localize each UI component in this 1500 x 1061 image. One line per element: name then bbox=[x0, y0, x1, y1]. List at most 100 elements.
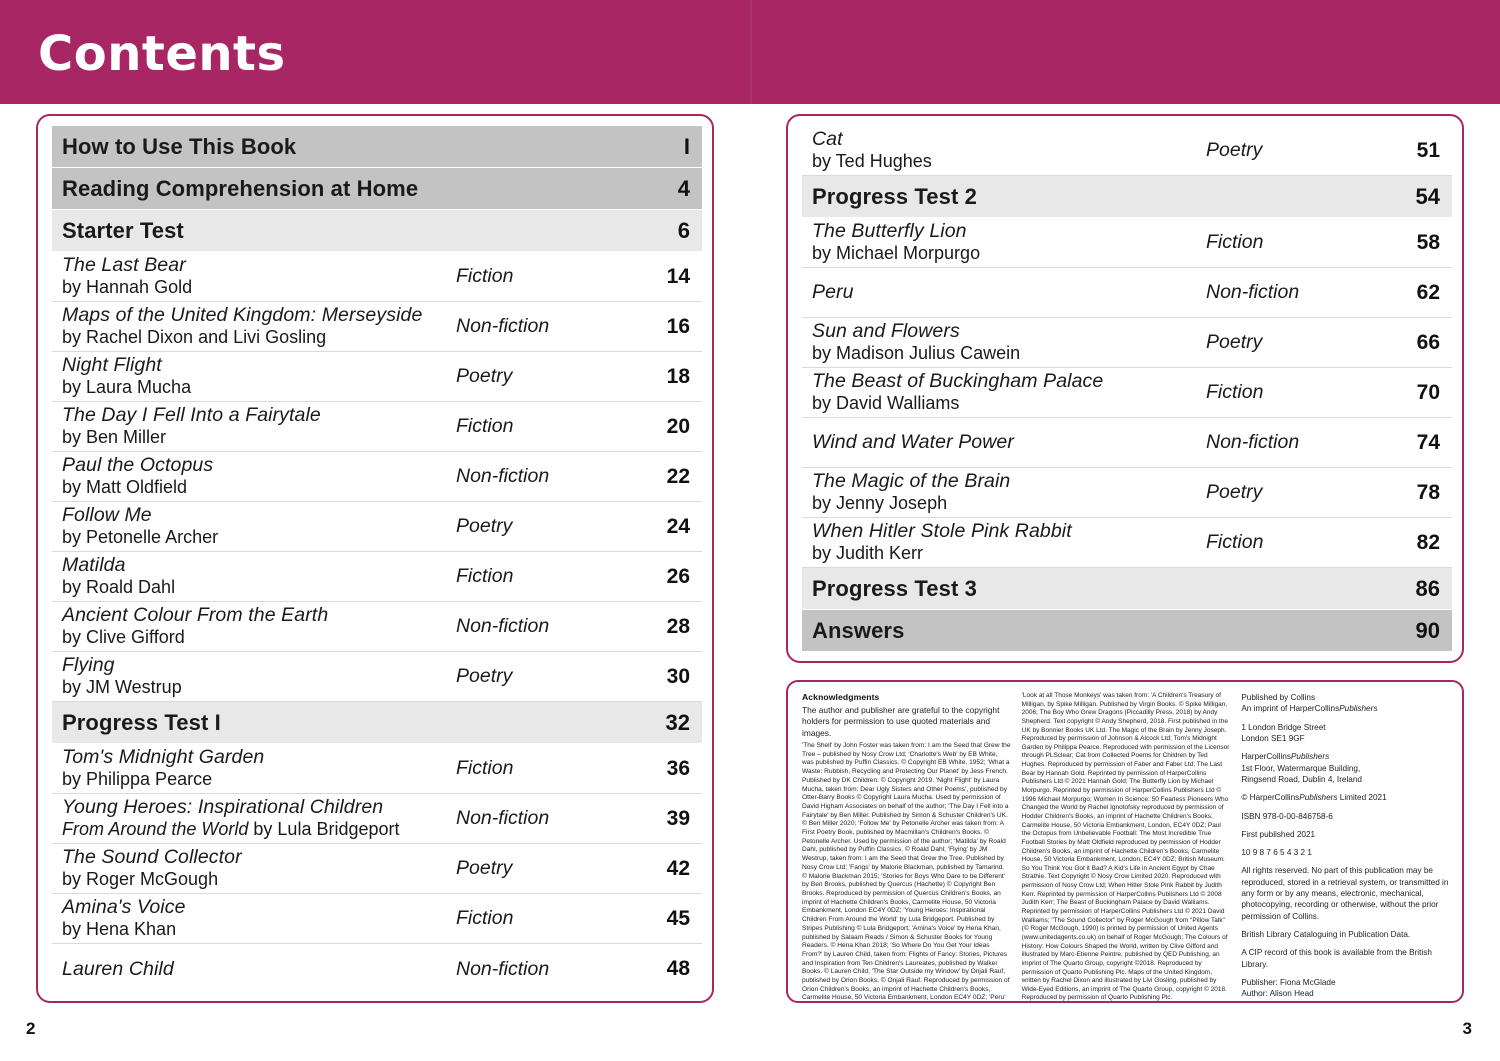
toc-entry-row[interactable]: Wind and Water Power Non-fiction 74 bbox=[802, 418, 1452, 468]
toc-entry-title: Lauren Child bbox=[62, 958, 456, 981]
toc-section-header-row[interactable]: Reading Comprehension at Home 4 bbox=[52, 168, 702, 210]
toc-entry-page-number: I bbox=[683, 133, 690, 159]
left-toc-box: How to Use This Book I Reading Comprehensi… bbox=[36, 114, 714, 1003]
toc-section-header-row[interactable]: Progress Test I 32 bbox=[52, 702, 702, 744]
toc-entry-row[interactable]: Follow Me by Petonelle Archer Poetry 24 bbox=[52, 502, 702, 552]
production-credit-line: Author: Alison Head bbox=[1241, 989, 1314, 999]
toc-section-header-row[interactable]: How to Use This Book I bbox=[52, 126, 702, 168]
toc-entry-row[interactable]: The Beast of Buckingham Palace by David W… bbox=[802, 368, 1452, 418]
toc-title-text: Tom's Midnight Garden bbox=[62, 746, 265, 769]
left-page: How to Use This Book I Reading Comprehensi… bbox=[0, 0, 750, 1061]
toc-title-text: Lauren Child bbox=[62, 957, 174, 980]
toc-entry-row[interactable]: When Hitler Stole Pink Rabbit by Judith K… bbox=[802, 518, 1452, 568]
toc-entry-title: Maps of the United Kingdom: Merseyside by… bbox=[62, 304, 456, 349]
acknowledgments-box: Acknowledgments The author and publisher… bbox=[786, 680, 1464, 1003]
toc-entry-title: Night Flight by Laura Mucha bbox=[62, 354, 456, 399]
toc-entry-category: Fiction bbox=[456, 907, 514, 929]
toc-section-header-row[interactable]: Answers 90 bbox=[802, 610, 1452, 652]
toc-title-text: Amina's Voice bbox=[62, 896, 186, 919]
cip-record-line: A CIP record of this book is available f… bbox=[1241, 948, 1432, 969]
toc-title-text: Sun and Flowers bbox=[812, 320, 960, 343]
toc-entry-row[interactable]: Lauren Child Non-fiction 48 bbox=[52, 944, 702, 994]
toc-entry-row[interactable]: Sun and Flowers by Madison Julius Cawein P… bbox=[802, 318, 1452, 368]
toc-entry-row[interactable]: The Butterfly Lion by Michael Morpurgo Fic… bbox=[802, 218, 1452, 268]
toc-entry-row[interactable]: Ancient Colour From the Earth by Clive Gi… bbox=[52, 602, 702, 652]
toc-entry-page-number: 4 bbox=[677, 175, 690, 201]
toc-entry-category: Fiction bbox=[1206, 381, 1264, 403]
toc-entry-row[interactable]: The Day I Fell Into a Fairytale by Ben Mi… bbox=[52, 402, 702, 452]
toc-entry-category: Non-fiction bbox=[456, 807, 550, 829]
toc-entry-row[interactable]: Flying by JM Westrup Poetry 30 bbox=[52, 652, 702, 702]
toc-entry-title: Paul the Octopus by Matt Oldfield bbox=[62, 454, 456, 499]
toc-entry-category: Poetry bbox=[1206, 481, 1263, 503]
toc-author-text: by JM Westrup bbox=[62, 677, 182, 698]
toc-entry-row[interactable]: Young Heroes: Inspirational Children From… bbox=[52, 794, 702, 844]
toc-author-text: by Hannah Gold bbox=[62, 277, 193, 298]
uk-address-line-2: London SE1 9GF bbox=[1241, 733, 1305, 743]
toc-entry-category: Poetry bbox=[456, 857, 513, 879]
toc-title-text: Peru bbox=[812, 281, 854, 303]
print-run-line: 10 9 8 7 6 5 4 3 2 1 bbox=[1241, 848, 1312, 858]
folio-right: 3 bbox=[1462, 1019, 1472, 1038]
toc-author-text: by Jenny Joseph bbox=[812, 493, 948, 514]
toc-entry-title: The Magic of the Brain by Jenny Joseph bbox=[812, 470, 1206, 515]
toc-title-text: Wind and Water Power bbox=[812, 431, 1014, 453]
toc-author-text: by Roger McGough bbox=[62, 869, 219, 890]
right-toc-list: Cat by Ted Hughes Poetry 51 Progress Test 25… bbox=[802, 126, 1452, 652]
toc-entry-page-number: 74 bbox=[1416, 430, 1440, 454]
toc-title-text: The Last Bear bbox=[62, 254, 186, 277]
toc-section-header-row[interactable]: Progress Test 3 86 bbox=[802, 568, 1452, 610]
toc-entry-row[interactable]: Maps of the United Kingdom: Merseyside by… bbox=[52, 302, 702, 352]
toc-entry-title: Tom's Midnight Garden by Philippa Pearce bbox=[62, 746, 456, 791]
toc-entry-page-number: 66 bbox=[1416, 330, 1440, 354]
toc-entry-title: Wind and Water Power bbox=[812, 431, 1206, 454]
toc-entry-category: Poetry bbox=[1206, 331, 1263, 353]
copyright-publishers-word: Publishers bbox=[1299, 793, 1338, 803]
toc-entry-row[interactable]: Tom's Midnight Garden by Philippa Pearce F… bbox=[52, 744, 702, 794]
toc-entry-row[interactable]: The Magic of the Brain by Jenny Joseph Poe… bbox=[802, 468, 1452, 518]
toc-entry-row[interactable]: Night Flight by Laura Mucha Poetry 18 bbox=[52, 352, 702, 402]
toc-entry-row[interactable]: Paul the Octopus by Matt Oldfield Non-fict… bbox=[52, 452, 702, 502]
toc-title-text: Maps of the United Kingdom: Merseyside bbox=[62, 304, 423, 327]
toc-entry-row[interactable]: The Last Bear by Hannah Gold Fiction 14 bbox=[52, 252, 702, 302]
toc-author-text: by Matt Oldfield bbox=[62, 477, 188, 498]
toc-entry-page-number: 42 bbox=[666, 856, 690, 880]
toc-entry-title: Progress Test I bbox=[62, 709, 221, 735]
production-credit-line: Publisher: Fiona McGlade bbox=[1241, 977, 1336, 987]
toc-title-text: When Hitler Stole Pink Rabbit bbox=[812, 520, 1072, 543]
toc-section-header-row[interactable]: Starter Test 6 bbox=[52, 210, 702, 252]
toc-entry-title: Flying by JM Westrup bbox=[62, 654, 456, 699]
toc-entry-page-number: 48 bbox=[666, 957, 690, 980]
toc-entry-row[interactable]: Matilda by Roald Dahl Fiction 26 bbox=[52, 552, 702, 602]
ireland-address-line-1: 1st Floor, Watermarque Building, bbox=[1241, 763, 1361, 773]
toc-entry-row[interactable]: Peru Non-fiction 62 bbox=[802, 268, 1452, 318]
toc-entry-category: Non-fiction bbox=[1206, 281, 1300, 303]
toc-entry-row[interactable]: The Sound Collector by Roger McGough Poetr… bbox=[52, 844, 702, 894]
toc-title-text: The Butterfly Lion bbox=[812, 220, 967, 243]
toc-entry-title: The Last Bear by Hannah Gold bbox=[62, 254, 456, 299]
acknowledgments-credits-part-2: 'Look at all Those Monkeys' was taken fr… bbox=[1021, 692, 1230, 1002]
toc-entry-page-number: 86 bbox=[1415, 575, 1440, 601]
toc-title-continuation: From Around the World bbox=[62, 819, 249, 840]
toc-title-text: Cat bbox=[812, 128, 843, 151]
toc-entry-page-number: 20 bbox=[666, 414, 690, 438]
published-by-line: Published by Collins bbox=[1241, 693, 1316, 702]
toc-entry-category: Poetry bbox=[1206, 139, 1263, 161]
toc-entry-title: Follow Me by Petonelle Archer bbox=[62, 504, 456, 549]
toc-entry-row[interactable]: Amina's Voice by Hena Khan Fiction 45 bbox=[52, 894, 702, 944]
ireland-publisher-text: HarperCollins bbox=[1241, 752, 1291, 762]
toc-author-text: by Philippa Pearce bbox=[62, 769, 213, 790]
toc-title-text: The Beast of Buckingham Palace bbox=[812, 370, 1104, 393]
toc-entry-title: Matilda by Roald Dahl bbox=[62, 554, 456, 599]
toc-title-text: The Day I Fell Into a Fairytale bbox=[62, 404, 321, 427]
toc-entry-category: Non-fiction bbox=[456, 315, 550, 337]
toc-entry-category: Fiction bbox=[456, 565, 514, 587]
toc-section-header-row[interactable]: Progress Test 2 54 bbox=[802, 176, 1452, 218]
toc-entry-row[interactable]: Cat by Ted Hughes Poetry 51 bbox=[802, 126, 1452, 176]
toc-entry-category: Non-fiction bbox=[456, 465, 550, 487]
toc-entry-category: Fiction bbox=[456, 265, 514, 287]
uk-address-block: 1 London Bridge Street London SE1 9GF bbox=[1241, 722, 1450, 745]
toc-author-text: by Ted Hughes bbox=[812, 151, 932, 172]
toc-title-text: Follow Me bbox=[62, 504, 152, 527]
first-published-line: First published 2021 bbox=[1241, 829, 1316, 839]
